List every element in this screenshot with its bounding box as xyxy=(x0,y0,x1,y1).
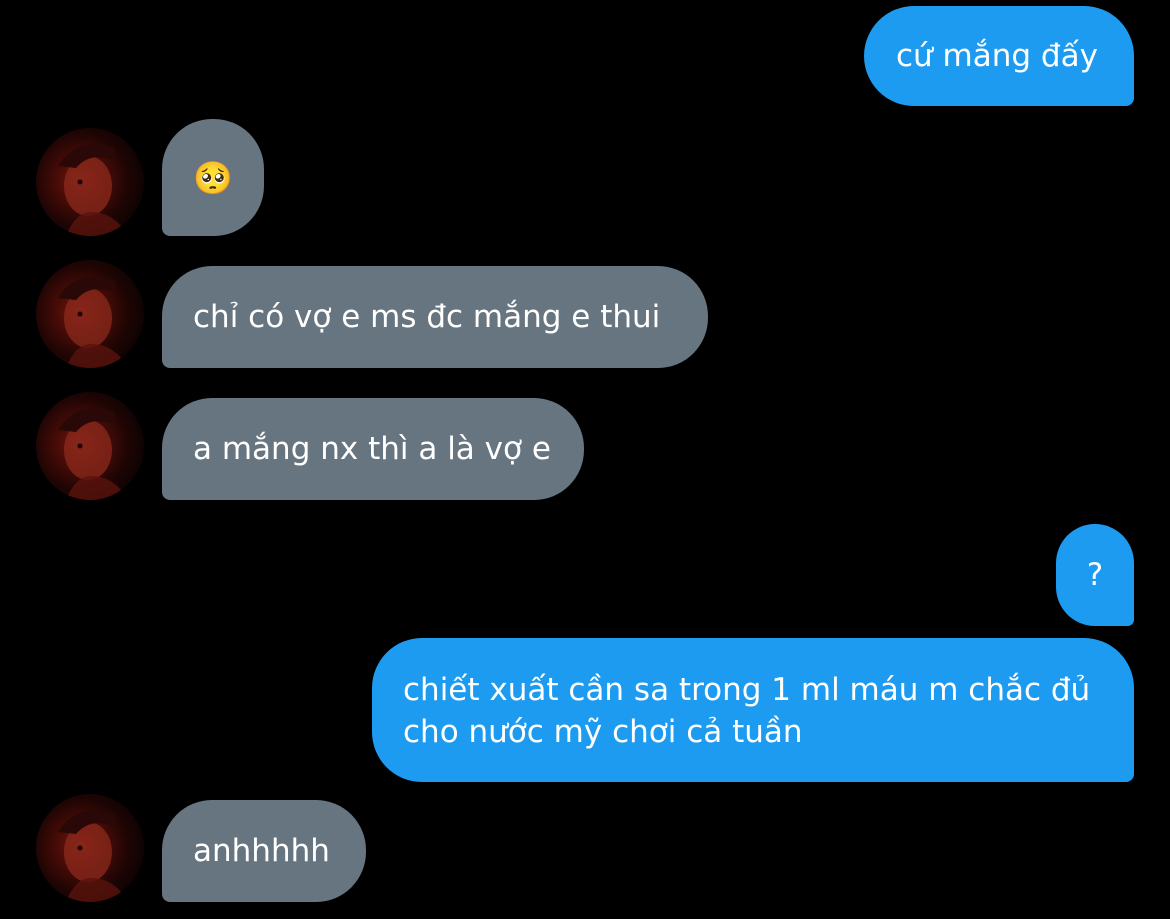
sent-message-bubble[interactable]: chiết xuất cần sa trong 1 ml máu m chắc … xyxy=(372,638,1134,782)
contact-avatar[interactable] xyxy=(36,794,144,902)
contact-avatar[interactable] xyxy=(36,260,144,368)
received-message-bubble[interactable]: anhhhhh xyxy=(162,800,366,902)
message-text: a mắng nx thì a là vợ e xyxy=(193,431,551,467)
sent-message-bubble[interactable]: ? xyxy=(1056,524,1134,626)
received-message-bubble[interactable]: a mắng nx thì a là vợ e xyxy=(162,398,584,500)
pleading-face-emoji: 🥺 xyxy=(193,158,233,197)
message-text: ? xyxy=(1086,557,1104,593)
contact-avatar[interactable] xyxy=(36,128,144,236)
message-text: cứ mắng đấy xyxy=(896,38,1098,74)
avatar-photo-icon xyxy=(58,810,128,902)
sent-message-bubble[interactable]: cứ mắng đấy xyxy=(864,6,1134,106)
message-text: chiết xuất cần sa trong 1 ml máu m chắc … xyxy=(403,672,1091,750)
avatar-photo-icon xyxy=(58,144,128,236)
received-message-bubble[interactable]: chỉ có vợ e ms đc mắng e thui xyxy=(162,266,708,368)
avatar-photo-icon xyxy=(58,276,128,368)
message-text: anhhhhh xyxy=(193,833,330,869)
avatar-photo-icon xyxy=(58,408,128,500)
message-text: chỉ có vợ e ms đc mắng e thui xyxy=(193,299,661,335)
contact-avatar[interactable] xyxy=(36,392,144,500)
received-message-bubble[interactable]: 🥺 xyxy=(162,119,264,236)
